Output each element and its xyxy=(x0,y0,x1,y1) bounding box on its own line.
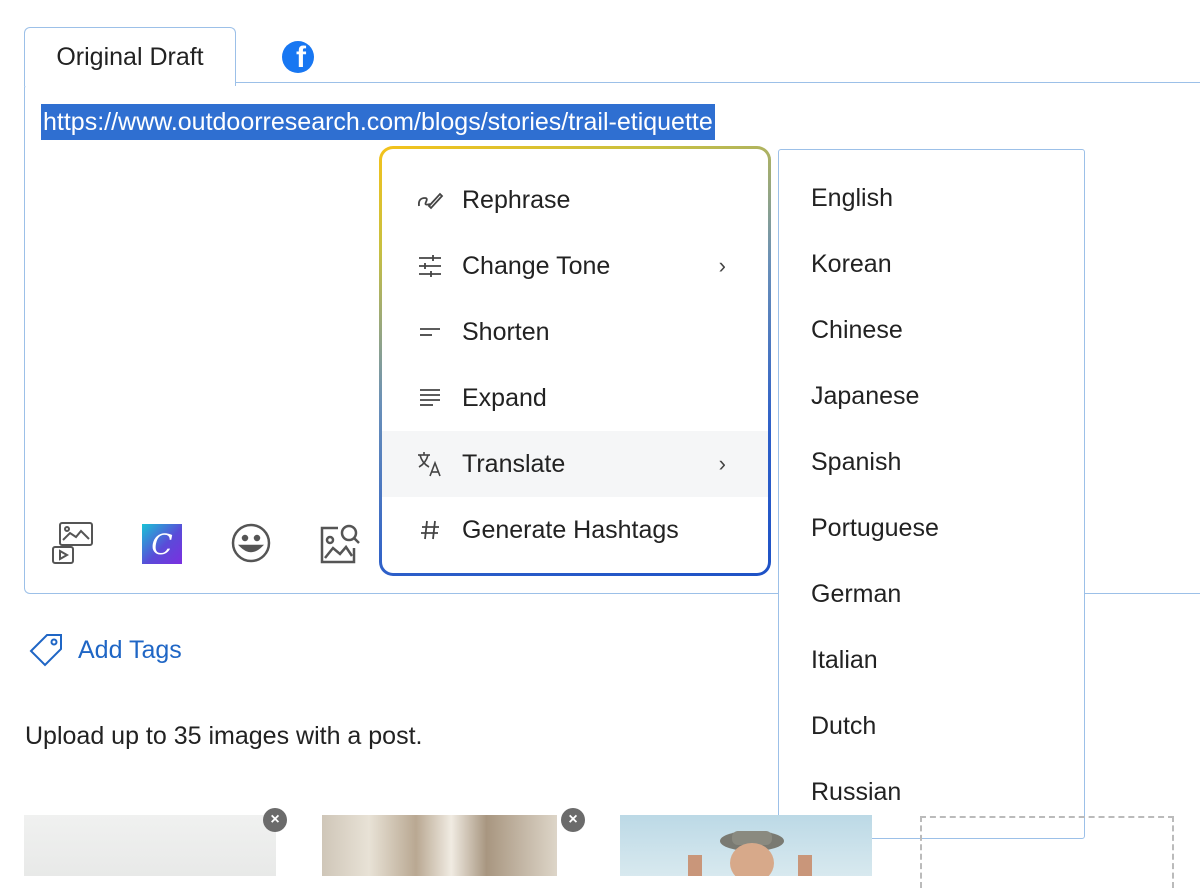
image-search-icon[interactable] xyxy=(316,518,362,568)
menu-item-rephrase[interactable]: Rephrase xyxy=(382,167,768,233)
menu-item-label: Shorten xyxy=(462,317,550,346)
language-option-russian[interactable]: Russian xyxy=(811,778,901,807)
language-option-spanish[interactable]: Spanish xyxy=(811,448,901,477)
media-gallery-icon[interactable] xyxy=(50,518,96,568)
translate-submenu: English Korean Chinese Japanese Spanish … xyxy=(778,149,1085,839)
upload-hint: Upload up to 35 images with a post. xyxy=(25,722,423,750)
pen-swirl-icon xyxy=(416,186,444,214)
language-option-chinese[interactable]: Chinese xyxy=(811,316,903,345)
tag-icon xyxy=(29,634,62,667)
menu-item-expand[interactable]: Expand xyxy=(382,365,768,431)
menu-item-label: Expand xyxy=(462,383,547,412)
language-option-dutch[interactable]: Dutch xyxy=(811,712,876,741)
image-thumbnail[interactable] xyxy=(322,815,557,876)
hashtag-icon xyxy=(416,516,444,544)
canva-icon[interactable]: C xyxy=(142,524,182,564)
language-option-german[interactable]: German xyxy=(811,580,901,609)
language-option-korean[interactable]: Korean xyxy=(811,250,892,279)
long-lines-icon xyxy=(416,384,444,412)
menu-item-label: Change Tone xyxy=(462,251,611,280)
image-thumbnail[interactable] xyxy=(620,815,872,876)
language-option-portuguese[interactable]: Portuguese xyxy=(811,514,939,543)
remove-image-button[interactable]: × xyxy=(561,808,585,832)
tab-original-draft[interactable]: Original Draft xyxy=(24,27,236,86)
chevron-right-icon: › xyxy=(718,253,726,278)
chevron-right-icon: › xyxy=(718,451,726,476)
emoji-icon[interactable] xyxy=(228,518,274,568)
image-thumbnail[interactable] xyxy=(24,815,276,876)
remove-image-button[interactable]: × xyxy=(263,808,287,832)
add-tags-label: Add Tags xyxy=(78,635,182,664)
short-lines-icon xyxy=(416,318,444,346)
language-option-english[interactable]: English xyxy=(811,184,893,213)
selected-url-text[interactable]: https://www.outdoorresearch.com/blogs/st… xyxy=(41,104,715,140)
ai-assist-menu: Rephrase Change Tone › Shorten Expand Tr… xyxy=(379,146,771,576)
upload-dropzone[interactable] xyxy=(920,816,1174,888)
person-photo-icon xyxy=(688,831,812,876)
menu-item-label: Rephrase xyxy=(462,185,571,214)
translate-icon xyxy=(416,450,444,478)
add-tags-link[interactable]: Add Tags xyxy=(28,632,182,668)
menu-item-translate[interactable]: Translate › xyxy=(382,431,768,497)
language-option-japanese[interactable]: Japanese xyxy=(811,382,919,411)
sliders-icon xyxy=(416,252,444,280)
menu-item-label: Generate Hashtags xyxy=(462,515,679,544)
facebook-icon[interactable]: f xyxy=(282,41,314,73)
menu-item-change-tone[interactable]: Change Tone › xyxy=(382,233,768,299)
language-option-italian[interactable]: Italian xyxy=(811,646,878,675)
menu-item-shorten[interactable]: Shorten xyxy=(382,299,768,365)
menu-item-label: Translate xyxy=(462,449,566,478)
menu-item-generate-hashtags[interactable]: Generate Hashtags xyxy=(382,497,768,563)
